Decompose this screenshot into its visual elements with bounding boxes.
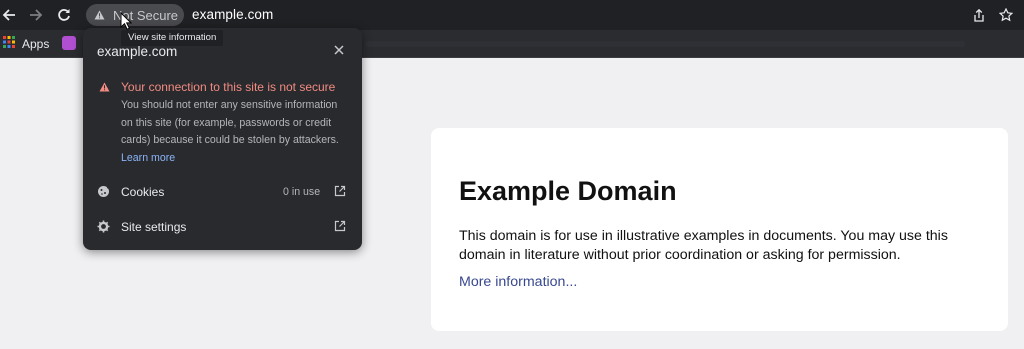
warning-title: Your connection to this site is not secu… <box>121 80 336 94</box>
site-info-popup: example.com Your connection to this site… <box>83 28 362 250</box>
address-bar[interactable]: Not Secure example.com <box>84 3 1024 27</box>
warning-text: You should not enter any sensitive infor… <box>121 99 339 146</box>
browser-toolbar: Not Secure example.com <box>0 0 1024 30</box>
apps-grid-icon <box>3 36 15 51</box>
bookmark-favicon-icon[interactable] <box>62 36 76 50</box>
forward-arrow-icon[interactable] <box>27 6 45 24</box>
url-text[interactable]: example.com <box>192 7 273 22</box>
external-link-icon[interactable] <box>334 220 346 232</box>
learn-more-link[interactable]: Learn more <box>121 152 175 164</box>
site-settings-label: Site settings <box>121 220 187 234</box>
cookies-label: Cookies <box>121 185 165 199</box>
apps-label: Apps <box>22 36 50 51</box>
cookies-row[interactable]: Cookies 0 in use <box>83 178 362 206</box>
warning-triangle-icon <box>94 10 105 20</box>
page-title: Example Domain <box>459 176 677 206</box>
close-icon[interactable] <box>334 45 346 57</box>
site-settings-row[interactable]: Site settings <box>83 213 362 241</box>
gear-icon <box>97 220 110 233</box>
warning-triangle-icon <box>99 82 110 92</box>
bookmark-items-strip[interactable] <box>365 41 965 47</box>
security-chip[interactable]: Not Secure <box>86 4 184 26</box>
warning-description: You should not enter any sensitive infor… <box>121 97 351 167</box>
content-card: Example Domain This domain is for use in… <box>431 128 1008 331</box>
mouse-pointer-icon <box>120 11 133 35</box>
apps-bookmark[interactable]: Apps <box>3 36 49 51</box>
share-icon[interactable] <box>970 6 988 24</box>
page-description: This domain is for use in illustrative e… <box>459 228 948 263</box>
bookmark-star-icon[interactable] <box>997 6 1015 24</box>
cookie-icon <box>97 185 110 198</box>
more-information-link[interactable]: More information... <box>459 274 577 290</box>
reload-icon[interactable] <box>55 6 73 24</box>
external-link-icon[interactable] <box>334 185 346 197</box>
cookies-count: 0 in use <box>283 186 321 198</box>
site-info-tooltip: View site information <box>121 30 224 46</box>
popup-domain: example.com <box>97 44 178 59</box>
back-arrow-icon[interactable] <box>0 6 18 24</box>
